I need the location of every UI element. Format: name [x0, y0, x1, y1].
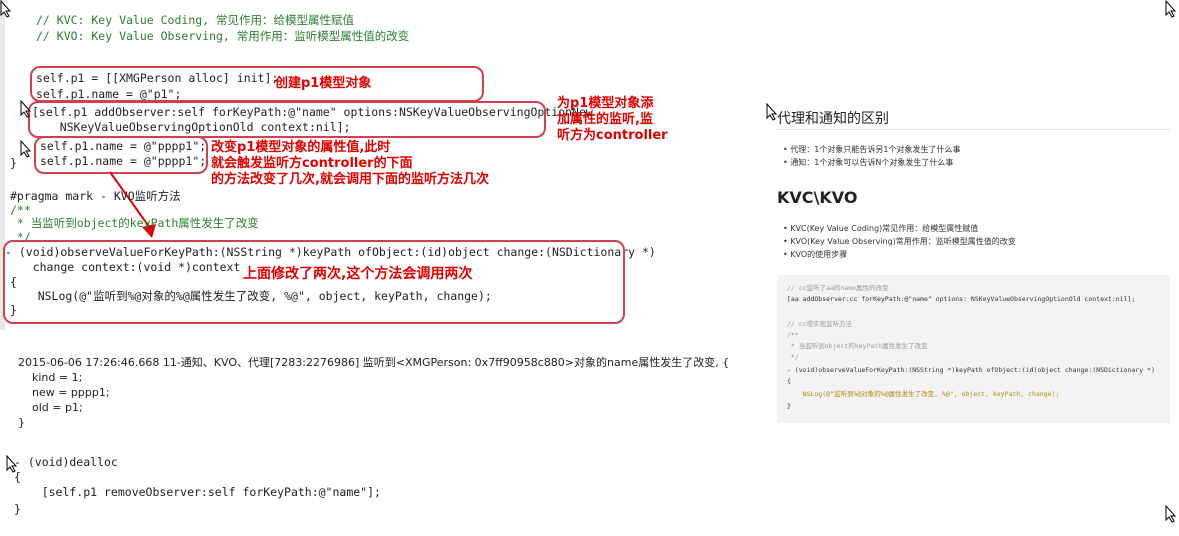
pointer-icon — [6, 455, 18, 473]
pointer-icon — [766, 103, 778, 121]
highlight-method — [3, 240, 625, 324]
notes-code-2: [aa addObserver:cc forKeyPath:@"name" op… — [787, 295, 1136, 303]
notes-code-10: } — [787, 402, 791, 410]
pointer-icon — [20, 100, 32, 118]
notes-bullet-4-text: KVO(Key Value Observing)常用作用：监听模型属性值的改变 — [790, 237, 1016, 246]
pointer-icon — [20, 140, 32, 158]
notes-title: 代理和通知的区别 — [777, 111, 889, 127]
notes-bullet-1-text: 代理：1个对象只能告诉另1个对象发生了什么事 — [790, 145, 961, 154]
note-called-twice: 上面修改了两次,这个方法会调用两次 — [243, 266, 473, 282]
notes-code-3: // cc得实现监听方法 — [787, 320, 853, 328]
pointer-icon — [0, 0, 12, 18]
notes-bullet-2-text: 通知：1个对象可以告诉N个对象发生了什么事 — [790, 158, 954, 167]
log-line-3: new = pppp1; — [18, 386, 110, 399]
log-line-2: kind = 1; — [18, 371, 83, 384]
notes-bullet-3: • KVC(Key Value Coding)常见作用：给模型属性赋值 — [783, 224, 979, 233]
notes-code-8: { — [787, 377, 791, 385]
log-line-5: } — [18, 416, 25, 429]
pointer-icon — [1165, 505, 1177, 523]
dealloc-line-1: - (void)dealloc — [14, 455, 118, 469]
notes-heading-kvc-kvo: KVC\KVO — [777, 188, 858, 207]
dealloc-line-3: [self.p1 removeObserver:self forKeyPath:… — [14, 485, 381, 499]
pointer-icon — [1165, 0, 1177, 18]
dealloc-line-4: } — [14, 502, 21, 516]
notes-code-4: /** — [787, 331, 799, 339]
notes-code-5: * 当监听到object的keyPath属性发生了改变 — [787, 342, 928, 350]
notes-bullet-5-text: KVO的使用步骤 — [790, 250, 848, 259]
notes-divider — [775, 129, 1170, 130]
code-doc-line: * 当监听到object的keyPath属性发生了改变 — [10, 216, 259, 230]
notes-code-9: NSLog(@"监听到%@对象的%@属性发生了改变, %@", object, … — [787, 390, 1060, 398]
log-line-4: old = p1; — [18, 401, 83, 414]
code-editor-dealloc: - (void)dealloc { [self.p1 removeObserve… — [0, 450, 420, 522]
notes-bullet-3-text: KVC(Key Value Coding)常见作用：给模型属性赋值 — [790, 224, 979, 233]
notes-panel: 代理和通知的区别 • 代理：1个对象只能告诉另1个对象发生了什么事 • 通知：1… — [765, 95, 1170, 425]
notes-bullet-2: • 通知：1个对象可以告诉N个对象发生了什么事 — [783, 158, 954, 167]
notes-code-1: // cc监听了aa的name属性的改变 — [787, 284, 889, 292]
notes-code-6: */ — [787, 353, 799, 361]
notes-code-block: // cc监听了aa的name属性的改变 [aa addObserver:cc … — [777, 275, 1170, 423]
log-line-1: 2015-06-06 17:26:46.668 11-通知、KVO、代理[728… — [18, 356, 730, 369]
notes-bullet-5: • KVO的使用步骤 — [783, 250, 848, 259]
console-log: 2015-06-06 17:26:46.668 11-通知、KVO、代理[728… — [14, 353, 729, 429]
notes-bullet-4: • KVO(Key Value Observing)常用作用：监听模型属性值的改… — [783, 237, 1016, 246]
code-pragma: #pragma mark - KVO监听方法 — [10, 189, 181, 203]
notes-bullet-1: • 代理：1个对象只能告诉另1个对象发生了什么事 — [783, 145, 961, 154]
notes-code-7: - (void)observeValueForKeyPath:(NSString… — [787, 366, 1155, 374]
